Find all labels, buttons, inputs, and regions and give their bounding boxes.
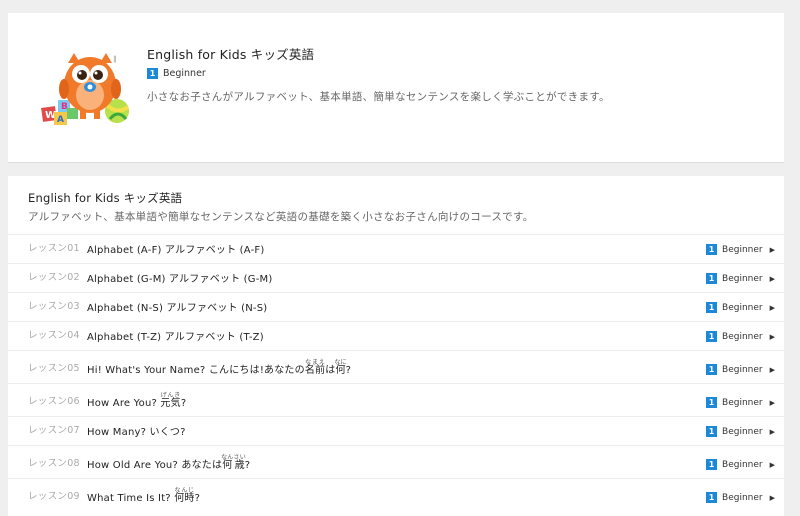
lesson-number: レッスン04 xyxy=(28,330,80,341)
lesson-number: レッスン05 xyxy=(28,363,80,374)
chevron-right-icon[interactable]: ▶ xyxy=(770,428,775,436)
lesson-title[interactable]: How Old Are You? あなたは何歳なんさい? xyxy=(87,454,250,471)
lesson-row-02[interactable]: レッスン02 Alphabet (G-M) アルファベット (G-M) 1 Be… xyxy=(8,263,784,292)
furigana-word: 何歳なんさい xyxy=(221,454,246,471)
level-number-badge: 1 xyxy=(706,459,718,470)
level-number-badge: 1 xyxy=(706,364,718,375)
furigana-word: 何なに xyxy=(334,359,347,376)
level-label: Beginner xyxy=(722,459,763,470)
svg-text:B: B xyxy=(61,102,68,112)
lesson-row-05[interactable]: レッスン05 Hi! What's Your Name? こんにちは!あなたの名… xyxy=(8,350,784,383)
level-number-badge: 1 xyxy=(706,302,718,313)
level-number-badge: 1 xyxy=(706,273,718,284)
lesson-row-08[interactable]: レッスン08 How Old Are You? あなたは何歳なんさい? 1 Be… xyxy=(8,445,784,478)
furigana-word: 何時なんじ xyxy=(174,487,195,504)
lesson-number: レッスン06 xyxy=(28,396,80,407)
lesson-title-en: What Time Is It? xyxy=(87,493,171,504)
course-header-card: W A B ∥ English for Kids キッズ英語 1 Beginne… xyxy=(8,13,784,163)
level-number-badge: 1 xyxy=(706,492,718,503)
lesson-title[interactable]: How Are You? 元気げんき? xyxy=(87,392,186,409)
level-label: Beginner xyxy=(722,426,763,437)
lesson-level: 1 Beginner ▶ xyxy=(706,397,775,408)
level-label: Beginner xyxy=(722,492,763,503)
lesson-title[interactable]: How Many? いくつ? xyxy=(87,423,186,438)
lesson-level: 1 Beginner ▶ xyxy=(706,331,775,342)
level-number-badge: 1 xyxy=(706,397,718,408)
chevron-right-icon[interactable]: ▶ xyxy=(770,461,775,469)
lesson-title-en: How Are You? xyxy=(87,398,158,409)
lesson-title[interactable]: Hi! What's Your Name? こんにちは!あなたの名前なまえは何な… xyxy=(87,359,351,376)
lesson-level: 1 Beginner ▶ xyxy=(706,302,775,313)
lesson-row-06[interactable]: レッスン06 How Are You? 元気げんき? 1 Beginner ▶ xyxy=(8,383,784,416)
lesson-list-card: English for Kids キッズ英語 アルファベット、基本単語や簡単なセ… xyxy=(8,176,784,516)
chevron-right-icon[interactable]: ▶ xyxy=(770,333,775,341)
level-label: Beginner xyxy=(722,364,763,375)
lesson-list-description: アルファベット、基本単語や簡単なセンテンスなど英語の基礎を築く小さなお子さん向け… xyxy=(28,211,534,223)
svg-text:A: A xyxy=(57,115,64,125)
lesson-title[interactable]: Alphabet (T-Z) アルファベット (T-Z) xyxy=(87,328,264,343)
course-title: English for Kids キッズ英語 xyxy=(147,47,315,62)
chevron-right-icon[interactable]: ▶ xyxy=(770,366,775,374)
lesson-title-ja: こんにちは!あなたの xyxy=(208,365,305,376)
level-number-badge: 1 xyxy=(706,244,718,255)
lesson-level: 1 Beginner ▶ xyxy=(706,364,775,375)
lesson-number: レッスン09 xyxy=(28,491,80,502)
course-level-badge: 1 Beginner xyxy=(147,68,206,79)
lesson-level: 1 Beginner ▶ xyxy=(706,492,775,503)
lesson-number: レッスン02 xyxy=(28,272,80,283)
level-number-badge: 1 xyxy=(147,68,158,79)
chevron-right-icon[interactable]: ▶ xyxy=(770,246,775,254)
level-label: Beginner xyxy=(722,331,763,342)
level-label: Beginner xyxy=(722,273,763,284)
chevron-right-icon[interactable]: ▶ xyxy=(770,304,775,312)
level-label: Beginner xyxy=(722,302,763,313)
lesson-row-03[interactable]: レッスン03 Alphabet (N-S) アルファベット (N-S) 1 Be… xyxy=(8,292,784,321)
lesson-number: レッスン03 xyxy=(28,301,80,312)
lesson-row-04[interactable]: レッスン04 Alphabet (T-Z) アルファベット (T-Z) 1 Be… xyxy=(8,321,784,350)
lesson-row-07[interactable]: レッスン07 How Many? いくつ? 1 Beginner ▶ xyxy=(8,416,784,445)
lesson-number: レッスン07 xyxy=(28,425,80,436)
lesson-level: 1 Beginner ▶ xyxy=(706,244,775,255)
chevron-right-icon[interactable]: ▶ xyxy=(770,399,775,407)
furigana-word: 名前なまえ xyxy=(304,359,326,376)
lesson-level: 1 Beginner ▶ xyxy=(706,426,775,437)
level-label: Beginner xyxy=(722,397,763,408)
lesson-title[interactable]: Alphabet (G-M) アルファベット (G-M) xyxy=(87,270,272,285)
svg-text:∥: ∥ xyxy=(113,55,117,63)
lesson-number: レッスン01 xyxy=(28,243,80,254)
lesson-title-en: Hi! What's Your Name? xyxy=(87,365,206,376)
owl-mascot-illustration: W A B ∥ xyxy=(41,53,130,125)
lesson-title[interactable]: What Time Is It? 何時なんじ? xyxy=(87,487,200,504)
level-number-badge: 1 xyxy=(706,331,718,342)
lesson-level: 1 Beginner ▶ xyxy=(706,273,775,284)
lesson-level: 1 Beginner ▶ xyxy=(706,459,775,470)
lesson-title-en: How Old Are You? xyxy=(87,460,178,471)
lesson-row-01[interactable]: レッスン01 Alphabet (A-F) アルファベット (A-F) 1 Be… xyxy=(8,234,784,263)
lesson-row-09[interactable]: レッスン09 What Time Is It? 何時なんじ? 1 Beginne… xyxy=(8,478,784,511)
lesson-title[interactable]: Alphabet (N-S) アルファベット (N-S) xyxy=(87,299,267,314)
chevron-right-icon[interactable]: ▶ xyxy=(770,494,775,502)
level-label: Beginner xyxy=(722,244,763,255)
lesson-number: レッスン08 xyxy=(28,458,80,469)
chevron-right-icon[interactable]: ▶ xyxy=(770,275,775,283)
furigana-word: 元気げんき xyxy=(160,392,181,409)
lesson-list: レッスン01 Alphabet (A-F) アルファベット (A-F) 1 Be… xyxy=(8,234,784,511)
course-description: 小さなお子さんがアルファベット、基本単語、簡単なセンテンスを楽しく学ぶことができ… xyxy=(147,91,610,103)
lesson-title[interactable]: Alphabet (A-F) アルファベット (A-F) xyxy=(87,241,264,256)
level-label: Beginner xyxy=(163,68,206,79)
lesson-list-title: English for Kids キッズ英語 xyxy=(28,191,183,205)
level-number-badge: 1 xyxy=(706,426,718,437)
